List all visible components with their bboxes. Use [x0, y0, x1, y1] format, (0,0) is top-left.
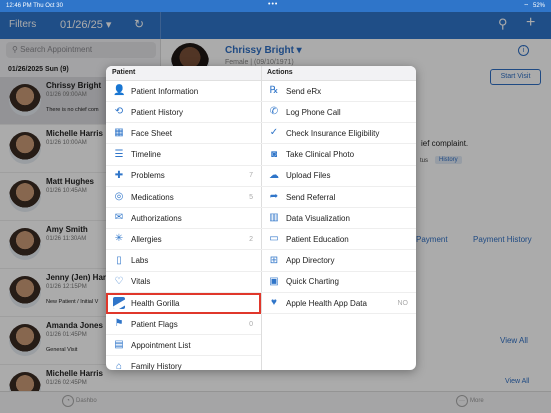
- menu-item-check-insurance-eligibility[interactable]: ✓ Check Insurance Eligibility: [261, 123, 416, 145]
- menu-item-count: 0: [249, 320, 253, 328]
- menu-item-label: Patient Information: [131, 86, 199, 96]
- menu-item-label: Upload Files: [286, 171, 331, 181]
- patient-actions-menu: Patient Actions 👤 Patient Information ⟲ Pat…: [106, 66, 416, 370]
- menu-item-labs[interactable]: ▯ Labs: [106, 251, 261, 272]
- referral-icon: ➦: [269, 191, 279, 202]
- insurance-icon: ✓: [269, 127, 279, 139]
- family-icon: ⌂: [115, 360, 123, 370]
- menu-item-label: Log Phone Call: [286, 107, 341, 117]
- cross-icon: ✚: [114, 169, 124, 181]
- menu-item-label: Patient Education: [286, 234, 349, 244]
- menu-item-health-gorilla[interactable]: Health Gorilla: [106, 293, 261, 314]
- menu-item-label: Timeline: [131, 150, 161, 160]
- wifi-icon: ⌔: [523, 4, 529, 10]
- menu-item-patient-history[interactable]: ⟲ Patient History: [106, 102, 261, 124]
- menu-item-patient-information[interactable]: 👤 Patient Information: [106, 81, 261, 102]
- menu-item-vitals[interactable]: ♡ Vitals: [106, 272, 261, 293]
- list-icon: ▤: [114, 339, 124, 351]
- health-gorilla-icon: [113, 297, 125, 309]
- menu-item-label: Face Sheet: [131, 128, 172, 138]
- menu-item-quick-charting[interactable]: ▣ Quick Charting: [261, 272, 416, 293]
- menu-item-medications[interactable]: ◎ Medications 5: [106, 187, 261, 208]
- menu-item-label: App Directory: [286, 256, 335, 266]
- menu-item-app-directory[interactable]: ⊞ App Directory: [261, 251, 416, 272]
- menu-item-label: Patient Flags: [131, 319, 178, 329]
- charting-icon: ▣: [269, 275, 279, 287]
- camera-icon: ◙: [270, 148, 278, 160]
- status-time: 12:46 PM Thu Oct 30: [6, 3, 63, 9]
- health-icon: ♥: [271, 297, 277, 308]
- pill-icon: ◎: [114, 191, 124, 202]
- menu-item-label: Appointment List: [131, 340, 191, 350]
- menu-item-timeline[interactable]: ☰ Timeline: [106, 145, 261, 166]
- menu-item-label: Vitals: [131, 277, 151, 287]
- menu-item-label: Medications: [131, 192, 174, 202]
- menu-item-label: Health Gorilla: [131, 298, 180, 308]
- menu-item-count: NO: [397, 299, 409, 307]
- menu-item-label: Patient History: [131, 107, 184, 117]
- history-icon: ⟲: [114, 106, 124, 118]
- menu-item-appointment-list[interactable]: ▤ Appointment List: [106, 335, 261, 357]
- menu-item-label: Data Visualization: [286, 213, 350, 223]
- timeline-icon: ☰: [114, 148, 124, 160]
- menu-item-family-history[interactable]: ⌂ Family History: [106, 357, 261, 370]
- menu-item-label: Check Insurance Eligibility: [286, 128, 380, 138]
- menu-item-patient-education[interactable]: ▭ Patient Education: [261, 229, 416, 251]
- vitals-icon: ♡: [114, 275, 124, 287]
- menu-item-label: Authorizations: [131, 213, 182, 223]
- menu-item-authorizations[interactable]: ✉ Authorizations: [106, 208, 261, 230]
- menu-item-label: Labs: [131, 256, 149, 266]
- person-icon: 👤: [113, 85, 126, 96]
- actions-column-header: Actions: [261, 66, 416, 81]
- envelope-icon: ✉: [114, 212, 124, 224]
- menu-item-label: Problems: [131, 171, 165, 181]
- status-bar: 12:46 PM Thu Oct 30 ••• ⌔ 52%: [0, 0, 551, 12]
- menu-item-label: Take Clinical Photo: [286, 150, 355, 160]
- menu-item-data-visualization[interactable]: ▥ Data Visualization: [261, 208, 416, 230]
- multitask-dots[interactable]: •••: [268, 1, 278, 8]
- visualization-icon: ▥: [269, 212, 279, 224]
- battery-level: 52%: [532, 3, 545, 9]
- apps-icon: ⊞: [269, 254, 279, 266]
- menu-item-upload-files[interactable]: ☁ Upload Files: [261, 166, 416, 187]
- grid-icon: ▦: [114, 127, 124, 139]
- menu-item-label: Apple Health App Data: [286, 298, 367, 308]
- menu-item-label: Allergies: [131, 234, 162, 244]
- menu-item-label: Send eRx: [286, 86, 322, 96]
- patient-column-header: Patient: [106, 66, 261, 81]
- lab-icon: ▯: [116, 254, 122, 266]
- menu-item-count: 2: [249, 235, 253, 243]
- menu-item-label: Family History: [131, 362, 182, 370]
- menu-item-take-clinical-photo[interactable]: ◙ Take Clinical Photo: [261, 145, 416, 166]
- menu-item-label: Send Referral: [286, 192, 336, 202]
- menu-item-count: 5: [249, 193, 253, 201]
- allergy-icon: ✳: [114, 233, 124, 245]
- flag-icon: ⚑: [114, 318, 124, 330]
- menu-item-apple-health-app-data[interactable]: ♥ Apple Health App Data NO: [261, 293, 416, 314]
- menu-item-face-sheet[interactable]: ▦ Face Sheet: [106, 123, 261, 145]
- book-icon: ▭: [269, 233, 279, 245]
- menu-item-send-erx[interactable]: ℞ Send eRx: [261, 81, 416, 102]
- menu-item-send-referral[interactable]: ➦ Send Referral: [261, 187, 416, 208]
- rx-icon: ℞: [269, 85, 279, 96]
- menu-item-count: 7: [249, 172, 253, 180]
- menu-item-allergies[interactable]: ✳ Allergies 2: [106, 229, 261, 251]
- phone-icon: ✆: [269, 106, 279, 118]
- menu-item-problems[interactable]: ✚ Problems 7: [106, 166, 261, 187]
- menu-item-label: Quick Charting: [286, 277, 339, 287]
- upload-icon: ☁: [269, 169, 279, 181]
- menu-item-log-phone-call[interactable]: ✆ Log Phone Call: [261, 102, 416, 124]
- menu-item-patient-flags[interactable]: ⚑ Patient Flags 0: [106, 314, 261, 336]
